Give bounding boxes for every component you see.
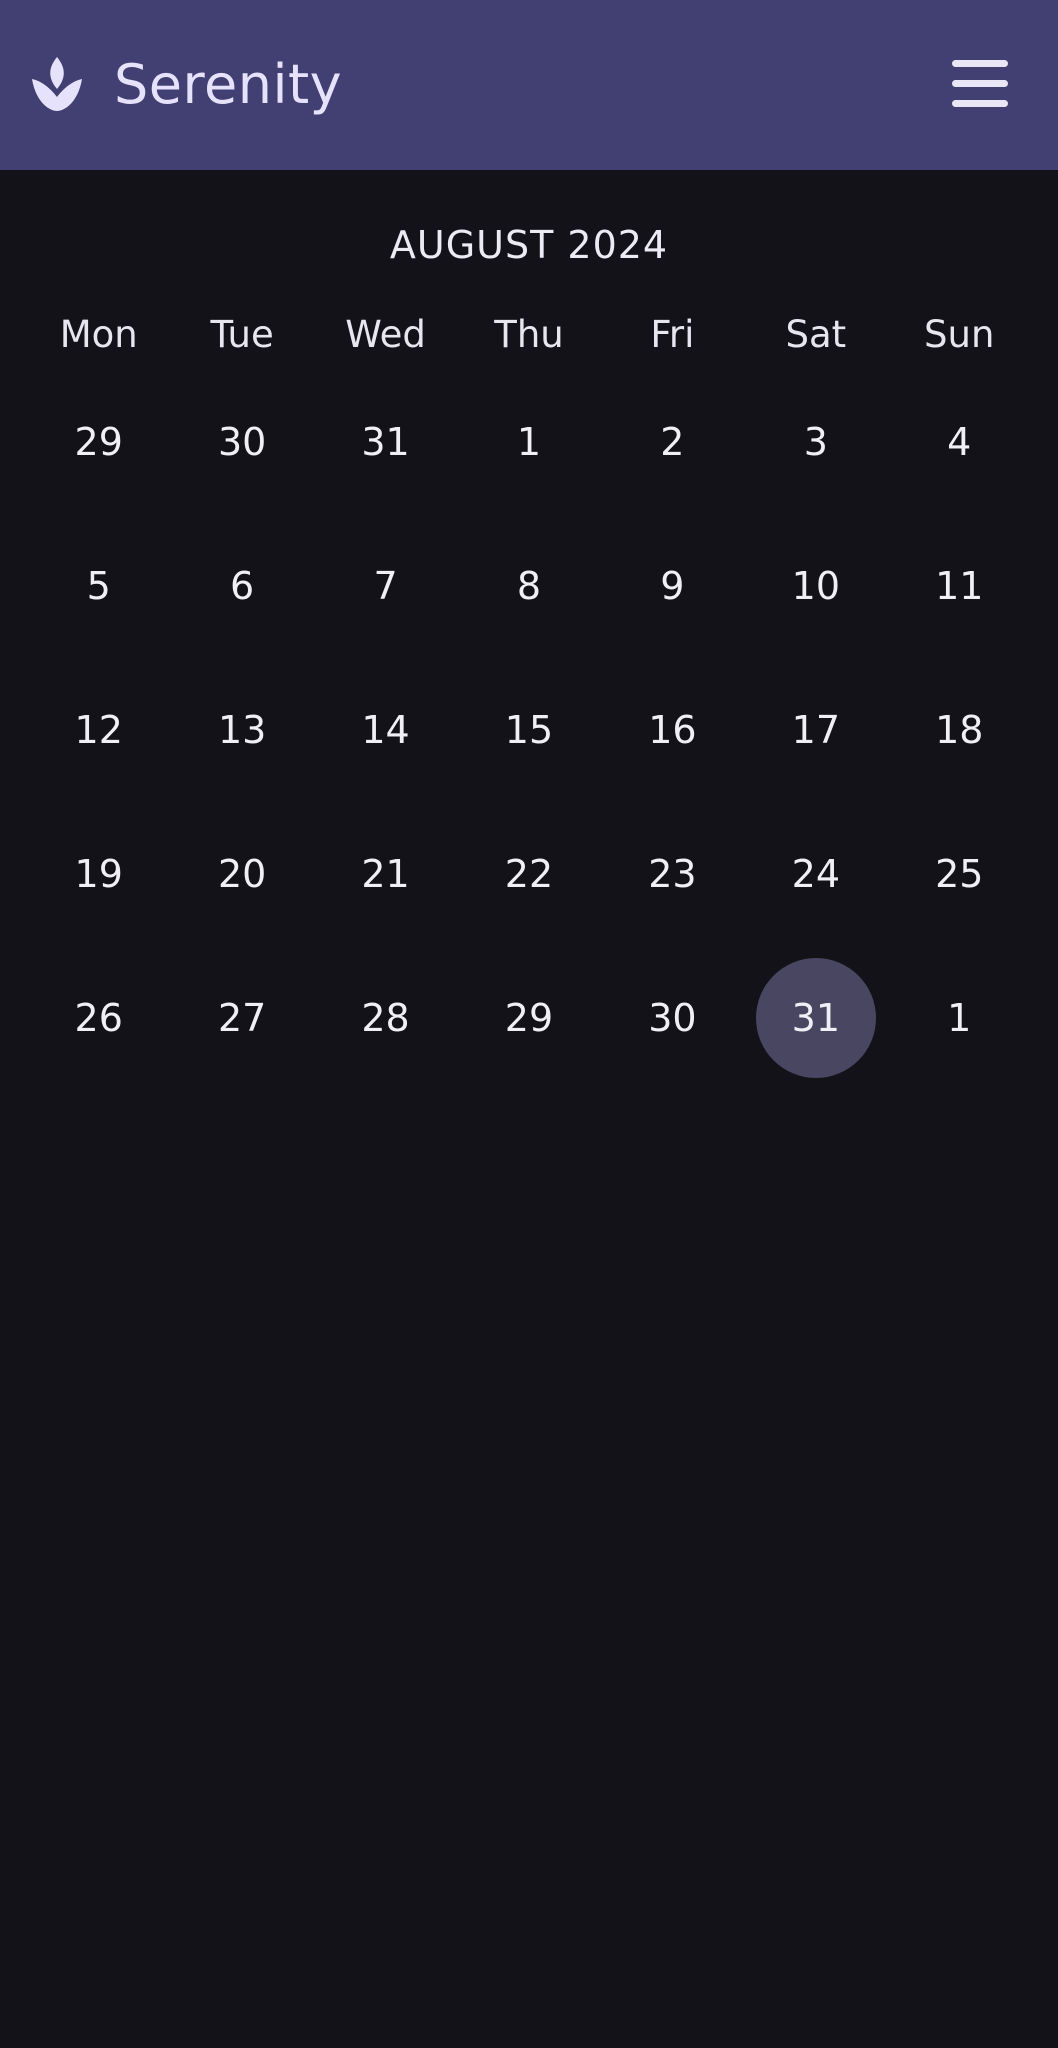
day-cell[interactable]: 10 [744, 514, 887, 658]
day-number: 7 [373, 564, 398, 608]
day-number: 4 [947, 420, 972, 464]
day-cell[interactable]: 11 [888, 514, 1031, 658]
day-number: 30 [648, 996, 697, 1040]
day-cell[interactable]: 30 [170, 370, 313, 514]
day-number: 10 [791, 564, 840, 608]
day-cell[interactable]: 9 [601, 514, 744, 658]
day-number: 15 [504, 708, 554, 752]
day-number: 14 [361, 708, 410, 752]
day-cell[interactable]: 6 [170, 514, 313, 658]
day-number: 29 [504, 996, 554, 1040]
day-cell[interactable]: 26 [27, 946, 170, 1090]
week-row: 19 20 21 22 23 24 25 [27, 802, 1031, 946]
day-cell[interactable]: 28 [314, 946, 457, 1090]
day-number: 27 [217, 996, 267, 1040]
day-cell[interactable]: 27 [170, 946, 313, 1090]
app-title: Serenity [114, 53, 343, 116]
day-cell[interactable]: 2 [601, 370, 744, 514]
day-cell[interactable]: 7 [314, 514, 457, 658]
weekday-header-row: Mon Tue Wed Thu Fri Sat Sun [27, 305, 1031, 365]
lotus-icon [32, 57, 82, 111]
day-cell[interactable]: 19 [27, 802, 170, 946]
day-number: 20 [217, 852, 267, 896]
week-row: 5 6 7 8 9 10 11 [27, 514, 1031, 658]
day-number: 19 [74, 852, 123, 896]
day-cell[interactable]: 31 [314, 370, 457, 514]
day-cell[interactable]: 29 [457, 946, 600, 1090]
day-number: 11 [935, 564, 984, 608]
week-row: 29 30 31 1 2 3 4 [27, 370, 1031, 514]
week-row: 26 27 28 29 30 31 1 [27, 946, 1031, 1090]
day-number: 31 [361, 420, 410, 464]
day-number: 23 [648, 852, 697, 896]
day-cell[interactable]: 12 [27, 658, 170, 802]
menu-line [952, 100, 1008, 107]
day-number: 25 [935, 852, 984, 896]
day-number: 16 [648, 708, 697, 752]
day-number: 17 [791, 708, 840, 752]
day-number: 1 [947, 996, 972, 1040]
weekday-label: Thu [494, 313, 564, 356]
day-number: 24 [791, 852, 840, 896]
weekday-label: Mon [59, 313, 138, 356]
day-cell[interactable]: 22 [457, 802, 600, 946]
menu-line [952, 60, 1008, 67]
day-cell-selected[interactable]: 31 [744, 946, 887, 1090]
day-cell[interactable]: 18 [888, 658, 1031, 802]
day-cell[interactable]: 13 [170, 658, 313, 802]
day-cell[interactable]: 24 [744, 802, 887, 946]
day-cell[interactable]: 4 [888, 370, 1031, 514]
weekday-label: Tue [210, 313, 274, 356]
day-cell[interactable]: 23 [601, 802, 744, 946]
day-cell[interactable]: 5 [27, 514, 170, 658]
day-cell[interactable]: 1 [888, 946, 1031, 1090]
day-number: 29 [74, 420, 123, 464]
day-cell[interactable]: 30 [601, 946, 744, 1090]
top-app-bar: Serenity [0, 0, 1058, 170]
weekday-label: Fri [650, 313, 695, 356]
day-cell[interactable]: 20 [170, 802, 313, 946]
day-number: 31 [791, 996, 840, 1040]
weekday-label: Sun [924, 313, 995, 356]
day-number: 13 [217, 708, 267, 752]
menu-line [952, 80, 1008, 87]
day-number: 22 [504, 852, 554, 896]
day-number: 26 [74, 996, 123, 1040]
day-number: 18 [935, 708, 984, 752]
day-number: 5 [86, 564, 111, 608]
day-number: 1 [516, 420, 542, 464]
week-row: 12 13 14 15 16 17 18 [27, 658, 1031, 802]
weekday-label: Wed [345, 313, 426, 356]
day-cell[interactable]: 8 [457, 514, 600, 658]
day-number: 2 [660, 420, 685, 464]
day-cell[interactable]: 1 [457, 370, 600, 514]
day-cell[interactable]: 16 [601, 658, 744, 802]
day-cell[interactable]: 29 [27, 370, 170, 514]
day-cell[interactable]: 17 [744, 658, 887, 802]
day-number: 28 [361, 996, 410, 1040]
day-cell[interactable]: 14 [314, 658, 457, 802]
day-cell[interactable]: 3 [744, 370, 887, 514]
month-title: AUGUST 2024 [389, 223, 669, 267]
day-number: 12 [74, 708, 123, 752]
day-cell[interactable]: 15 [457, 658, 600, 802]
day-number: 30 [217, 420, 267, 464]
calendar-grid: 29 30 31 1 2 3 4 5 6 7 8 9 10 11 12 13 1… [27, 370, 1031, 1090]
day-number: 8 [516, 564, 542, 608]
day-number: 6 [230, 564, 255, 608]
day-cell[interactable]: 21 [314, 802, 457, 946]
day-number: 9 [660, 564, 685, 608]
day-number: 3 [803, 420, 828, 464]
app-screen: Serenity AUGUST 2024 Mon Tue Wed Thu Fri… [0, 0, 1058, 2048]
hamburger-menu-icon[interactable] [950, 58, 1010, 110]
weekday-label: Sat [785, 313, 847, 356]
day-cell[interactable]: 25 [888, 802, 1031, 946]
day-number: 21 [361, 852, 410, 896]
